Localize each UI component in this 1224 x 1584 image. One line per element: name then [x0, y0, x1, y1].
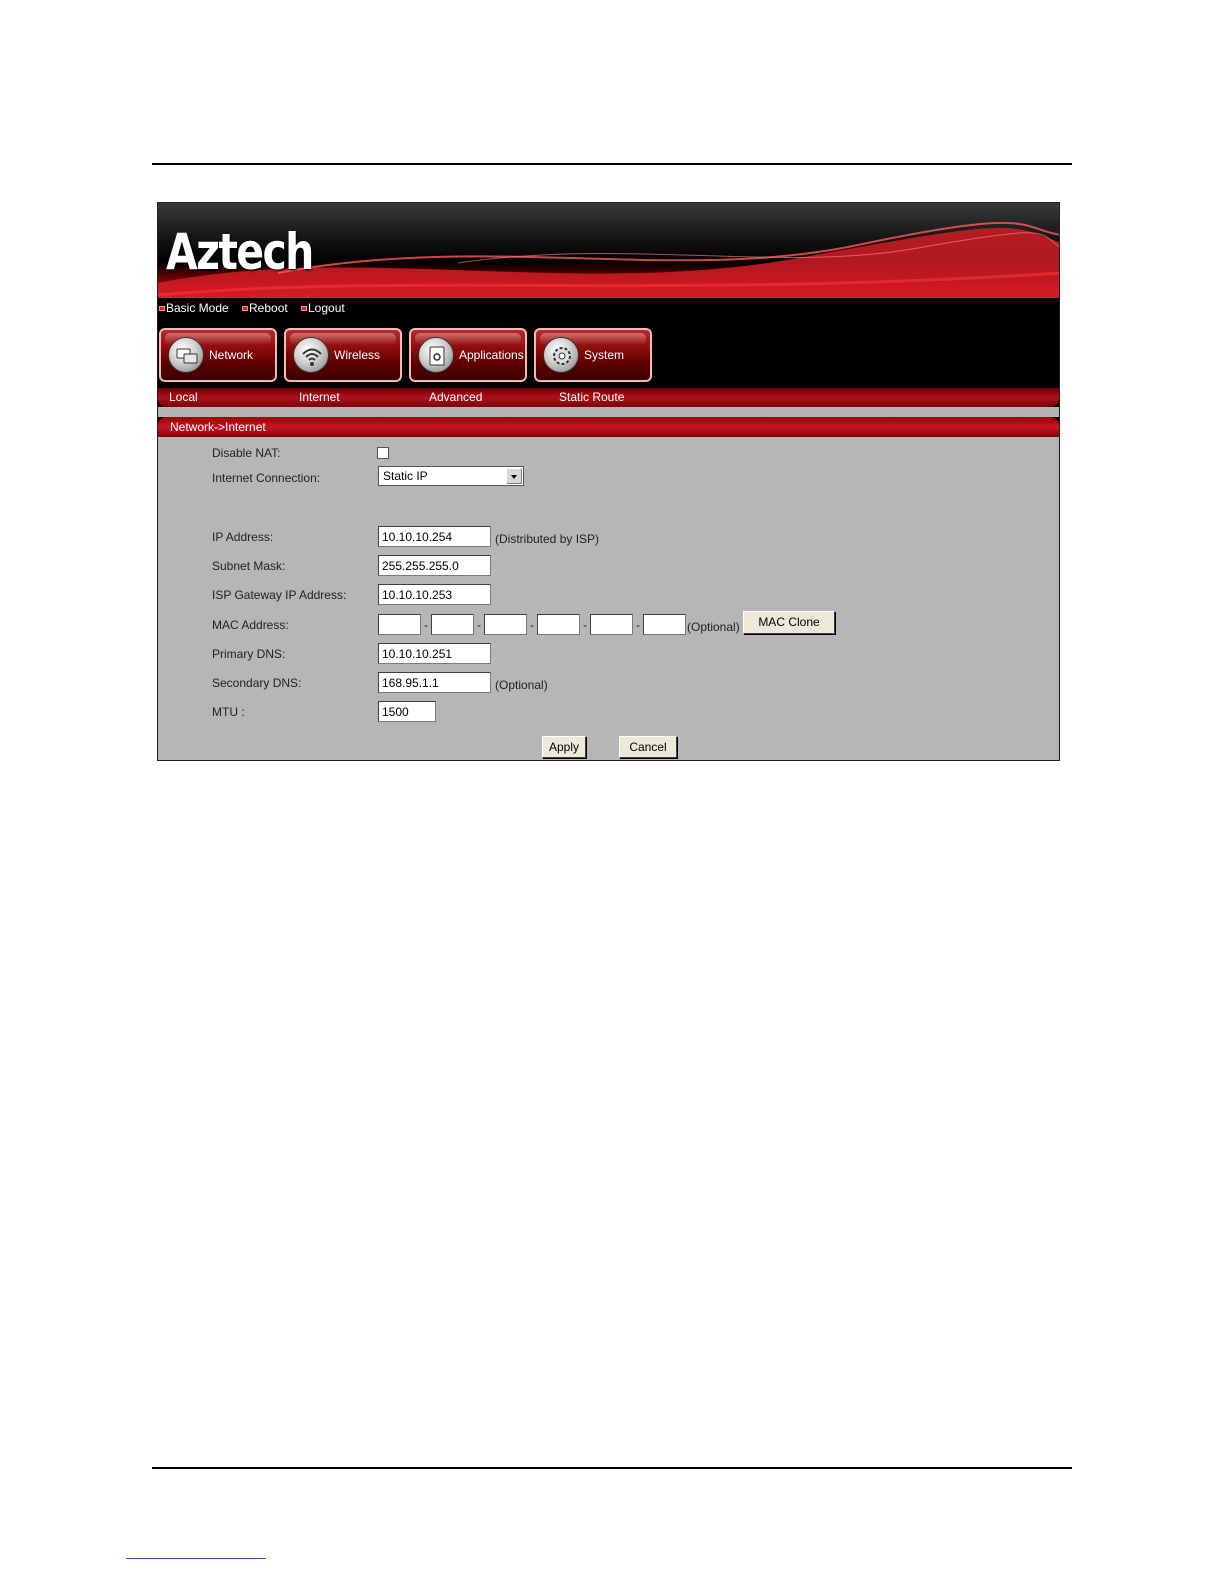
ip-address-hint: (Distributed by ISP)	[495, 532, 600, 546]
nav-applications-button[interactable]: Applications	[409, 328, 527, 382]
nav-system-button[interactable]: System	[534, 328, 652, 382]
disable-nat-checkbox[interactable]	[377, 447, 389, 459]
ip-address-label: IP Address:	[212, 530, 274, 544]
nav-network-button[interactable]: Network	[159, 328, 277, 382]
subtab-static-route[interactable]: Static Route	[559, 390, 624, 405]
subtab-internet[interactable]: Internet	[299, 390, 340, 405]
network-icon	[168, 337, 204, 373]
router-admin-screenshot: Aztech Basic Mode Reboot Logout Network …	[157, 202, 1060, 761]
subtab-local[interactable]: Local	[169, 390, 198, 405]
quick-links-bar: Basic Mode Reboot Logout	[158, 298, 1059, 320]
wireless-icon	[293, 337, 329, 373]
mac-octet-4-input[interactable]	[537, 614, 580, 635]
mac-octet-1-input[interactable]	[378, 614, 421, 635]
mac-octet-3-input[interactable]	[484, 614, 527, 635]
document-footer-rule	[152, 1467, 1072, 1469]
mac-octet-2-input[interactable]	[431, 614, 474, 635]
sub-nav: Local Internet Advanced Static Route	[158, 388, 1059, 407]
bullet-icon	[301, 306, 307, 311]
basic-mode-link[interactable]: Basic Mode	[159, 301, 229, 315]
mac-address-label: MAC Address:	[212, 618, 289, 632]
breadcrumb: Network->Internet	[170, 420, 266, 434]
secondary-dns-hint: (Optional)	[495, 678, 548, 692]
chevron-down-icon	[506, 468, 522, 484]
logout-link[interactable]: Logout	[301, 301, 345, 315]
gateway-input[interactable]	[378, 584, 491, 605]
subnet-mask-label: Subnet Mask:	[212, 559, 286, 573]
reboot-link[interactable]: Reboot	[242, 301, 288, 315]
mac-octet-6-input[interactable]	[643, 614, 686, 635]
apply-button[interactable]: Apply	[542, 736, 586, 758]
gateway-label: ISP Gateway IP Address:	[212, 588, 347, 602]
document-header-rule	[152, 163, 1072, 165]
bullet-icon	[242, 306, 248, 311]
cancel-button[interactable]: Cancel	[619, 736, 677, 758]
internet-connection-select[interactable]: Static IP	[378, 466, 524, 486]
content-gap	[158, 407, 1059, 417]
mtu-label: MTU :	[212, 705, 245, 719]
header-banner: Aztech	[158, 203, 1059, 298]
footer-link-underline	[126, 1558, 266, 1559]
disable-nat-label: Disable NAT:	[212, 446, 281, 460]
subtab-advanced[interactable]: Advanced	[429, 390, 482, 405]
aztech-logo: Aztech	[166, 223, 314, 281]
nav-wireless-button[interactable]: Wireless	[284, 328, 402, 382]
breadcrumb-bar: Network->Internet	[158, 417, 1059, 437]
applications-icon	[418, 337, 454, 373]
system-gear-icon	[543, 337, 579, 373]
mtu-input[interactable]	[378, 701, 436, 722]
primary-dns-input[interactable]	[378, 643, 491, 664]
secondary-dns-label: Secondary DNS:	[212, 676, 302, 690]
internet-settings-form: Disable NAT: Internet Connection: Static…	[158, 437, 1059, 760]
mac-clone-button[interactable]: MAC Clone	[743, 611, 835, 634]
subnet-mask-input[interactable]	[378, 555, 491, 576]
ip-address-input[interactable]	[378, 526, 491, 547]
mac-octet-5-input[interactable]	[590, 614, 633, 635]
mac-address-hint: (Optional)	[687, 620, 740, 634]
secondary-dns-input[interactable]	[378, 672, 491, 693]
main-nav: Network Wireless Applications System	[158, 320, 1059, 388]
primary-dns-label: Primary DNS:	[212, 647, 286, 661]
bullet-icon	[159, 306, 165, 311]
internet-connection-label: Internet Connection:	[212, 471, 321, 485]
